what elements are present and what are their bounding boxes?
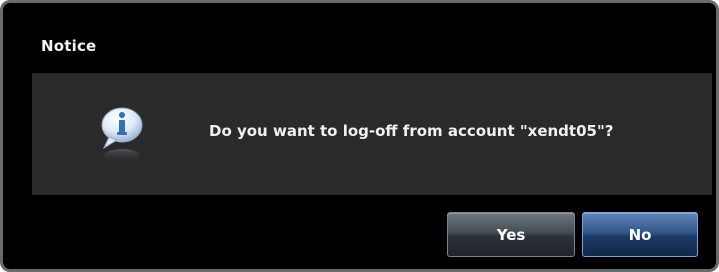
- dialog-message: Do you want to log-off from account "xen…: [209, 122, 614, 140]
- yes-button[interactable]: Yes: [447, 212, 575, 257]
- dialog-title: Notice: [41, 37, 97, 55]
- dialog-content-panel: Do you want to log-off from account "xen…: [32, 73, 712, 195]
- info-icon: [101, 107, 143, 163]
- notice-dialog: Notice Do you want to log-off from accou…: [0, 0, 719, 272]
- no-button[interactable]: No: [582, 212, 698, 257]
